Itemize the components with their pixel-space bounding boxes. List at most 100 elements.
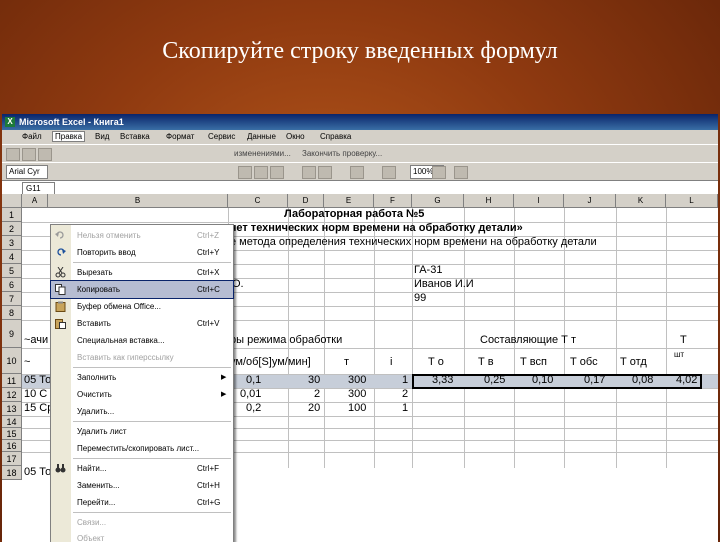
menu-item-delete-sheet[interactable]: Удалить лист bbox=[51, 423, 233, 440]
save-icon[interactable] bbox=[38, 148, 52, 161]
row-header[interactable]: 12 bbox=[2, 388, 22, 402]
cell-r10-t[interactable]: т bbox=[344, 356, 349, 368]
menu-item-paste-special[interactable]: Специальная вставка... bbox=[51, 332, 233, 349]
cell-r11-e[interactable]: 300 bbox=[348, 374, 366, 386]
col-header-j[interactable]: J bbox=[564, 194, 616, 208]
menu-item-fill[interactable]: Заполнить ▶ bbox=[51, 369, 233, 386]
cell-r11-h[interactable]: 0,25 bbox=[484, 374, 505, 386]
cell-r11-a[interactable]: 05 То bbox=[24, 374, 51, 386]
menu-window[interactable]: Окно bbox=[286, 132, 305, 141]
cell-r10-tv[interactable]: Т в bbox=[478, 356, 494, 368]
cell-number[interactable]: 99 bbox=[414, 292, 426, 304]
cell-student[interactable]: Иванов И.И bbox=[414, 278, 474, 290]
menu-item-paste-hyperlink[interactable]: Вставить как гиперссылку bbox=[51, 349, 233, 366]
menu-file[interactable]: Файл bbox=[22, 132, 42, 141]
open-icon[interactable] bbox=[22, 148, 36, 161]
menu-item-clear[interactable]: Очистить ▶ bbox=[51, 386, 233, 403]
cell-r12-a[interactable]: 10 С bbox=[24, 388, 47, 400]
menu-format[interactable]: Формат bbox=[166, 132, 194, 141]
cell-r12-d[interactable]: 2 bbox=[314, 388, 320, 400]
align-left-icon[interactable] bbox=[238, 166, 252, 179]
percent-icon[interactable] bbox=[318, 166, 332, 179]
cell-r11-i[interactable]: 0,10 bbox=[532, 374, 553, 386]
col-header-h[interactable]: H bbox=[464, 194, 514, 208]
col-header-i[interactable]: I bbox=[514, 194, 564, 208]
cell-r10-left[interactable]: ~ bbox=[24, 356, 30, 368]
cell-r11-f[interactable]: 1 bbox=[402, 374, 408, 386]
menu-item-links[interactable]: Связи... bbox=[51, 514, 233, 531]
menu-item-goto[interactable]: Перейти... Ctrl+G bbox=[51, 494, 233, 511]
cell-r11-c[interactable]: 0,1 bbox=[246, 374, 261, 386]
cell-r13-d[interactable]: 20 bbox=[308, 402, 320, 414]
cell-r13-a[interactable]: 15 Ср bbox=[24, 402, 53, 414]
row-header[interactable]: 13 bbox=[2, 402, 22, 416]
fill-color-icon[interactable] bbox=[432, 166, 446, 179]
menu-item-copy[interactable]: Копировать Ctrl+C bbox=[50, 280, 234, 299]
menu-insert[interactable]: Вставка bbox=[120, 132, 150, 141]
menu-view[interactable]: Вид bbox=[95, 132, 109, 141]
row-header[interactable]: 8 bbox=[2, 306, 22, 320]
menu-tools[interactable]: Сервис bbox=[208, 132, 235, 141]
cell-r10-to[interactable]: Т о bbox=[428, 356, 444, 368]
row-header[interactable]: 17 bbox=[2, 452, 22, 466]
cell-r12-f[interactable]: 2 bbox=[402, 388, 408, 400]
end-review-label[interactable]: Закончить проверку... bbox=[302, 149, 382, 158]
row-header[interactable]: 15 bbox=[2, 428, 22, 440]
row-header[interactable]: 3 bbox=[2, 236, 22, 250]
cell-r12-c[interactable]: 0,01 bbox=[240, 388, 261, 400]
row-header[interactable]: 11 bbox=[2, 374, 22, 388]
menu-item-paste[interactable]: Вставить Ctrl+V bbox=[51, 315, 233, 332]
col-header-g[interactable]: G bbox=[412, 194, 464, 208]
cell-r9-right[interactable]: Составляющие Т т bbox=[480, 334, 576, 346]
cell-r10-totd[interactable]: Т отд bbox=[620, 356, 647, 368]
indent-icon[interactable] bbox=[350, 166, 364, 179]
row-header[interactable]: 14 bbox=[2, 416, 22, 428]
cell-r10-tobs[interactable]: Т обс bbox=[570, 356, 598, 368]
menu-item-redo[interactable]: Повторить ввод Ctrl+Y bbox=[51, 244, 233, 261]
cell-r10-tvsp[interactable]: Т всп bbox=[520, 356, 547, 368]
row-header[interactable]: 7 bbox=[2, 292, 22, 306]
col-header-f[interactable]: F bbox=[374, 194, 412, 208]
cell-r13-c[interactable]: 0,2 bbox=[246, 402, 261, 414]
menu-item-cut[interactable]: Вырезать Ctrl+X bbox=[51, 264, 233, 281]
row-header[interactable]: 6 bbox=[2, 278, 22, 292]
menu-data[interactable]: Данные bbox=[247, 132, 276, 141]
menu-help[interactable]: Справка bbox=[320, 132, 351, 141]
col-header-k[interactable]: K bbox=[616, 194, 666, 208]
cell-r9-far[interactable]: Т bbox=[680, 334, 687, 346]
menu-item-delete[interactable]: Удалить... bbox=[51, 403, 233, 420]
font-color-icon[interactable] bbox=[454, 166, 468, 179]
col-header-b[interactable]: B bbox=[48, 194, 228, 208]
col-header-l[interactable]: L bbox=[666, 194, 718, 208]
align-right-icon[interactable] bbox=[270, 166, 284, 179]
cell-r10-sht[interactable]: шт bbox=[674, 350, 684, 359]
track-changes-label[interactable]: изменениями... bbox=[234, 149, 291, 158]
row-header[interactable]: 1 bbox=[2, 208, 22, 222]
menu-edit[interactable]: Правка bbox=[52, 131, 86, 142]
cell-r10-i[interactable]: i bbox=[390, 356, 392, 368]
menu-item-replace[interactable]: Заменить... Ctrl+H bbox=[51, 477, 233, 494]
cell-group[interactable]: ГА-31 bbox=[414, 264, 442, 276]
cell-r10-units[interactable]: ум/об[S]ум/мин] bbox=[230, 356, 311, 368]
menu-item-undo[interactable]: Нельзя отменить Ctrl+Z bbox=[51, 227, 233, 244]
new-icon[interactable] bbox=[6, 148, 20, 161]
col-header-a[interactable]: A bbox=[22, 194, 48, 208]
cell-r9-left[interactable]: ~ачи bbox=[24, 334, 48, 346]
window-titlebar[interactable]: X Microsoft Excel - Книга1 bbox=[2, 114, 718, 130]
menu-item-move-copy-sheet[interactable]: Переместить/скопировать лист... bbox=[51, 440, 233, 457]
cell-r11-l[interactable]: 4,02 bbox=[676, 374, 697, 386]
cell-r13-e[interactable]: 100 bbox=[348, 402, 366, 414]
col-header-e[interactable]: E bbox=[324, 194, 374, 208]
sheet-subtitle[interactable]: чет технических норм времени на обработк… bbox=[230, 222, 523, 234]
row-header[interactable]: 5 bbox=[2, 264, 22, 278]
cell-r11-k[interactable]: 0,08 bbox=[632, 374, 653, 386]
borders-icon[interactable] bbox=[382, 166, 396, 179]
select-all-corner[interactable] bbox=[2, 194, 22, 208]
sheet-line3[interactable]: е метода определения технических норм вр… bbox=[230, 236, 597, 248]
row-header[interactable]: 18 bbox=[2, 466, 22, 480]
menu-item-object[interactable]: Объект bbox=[51, 530, 233, 542]
cell-r11-j[interactable]: 0,17 bbox=[584, 374, 605, 386]
row-header[interactable]: 10 bbox=[2, 348, 22, 374]
cell-r9-mid[interactable]: ры режима обработки bbox=[230, 334, 342, 346]
cell-r17-a[interactable]: 05 То bbox=[24, 466, 51, 478]
